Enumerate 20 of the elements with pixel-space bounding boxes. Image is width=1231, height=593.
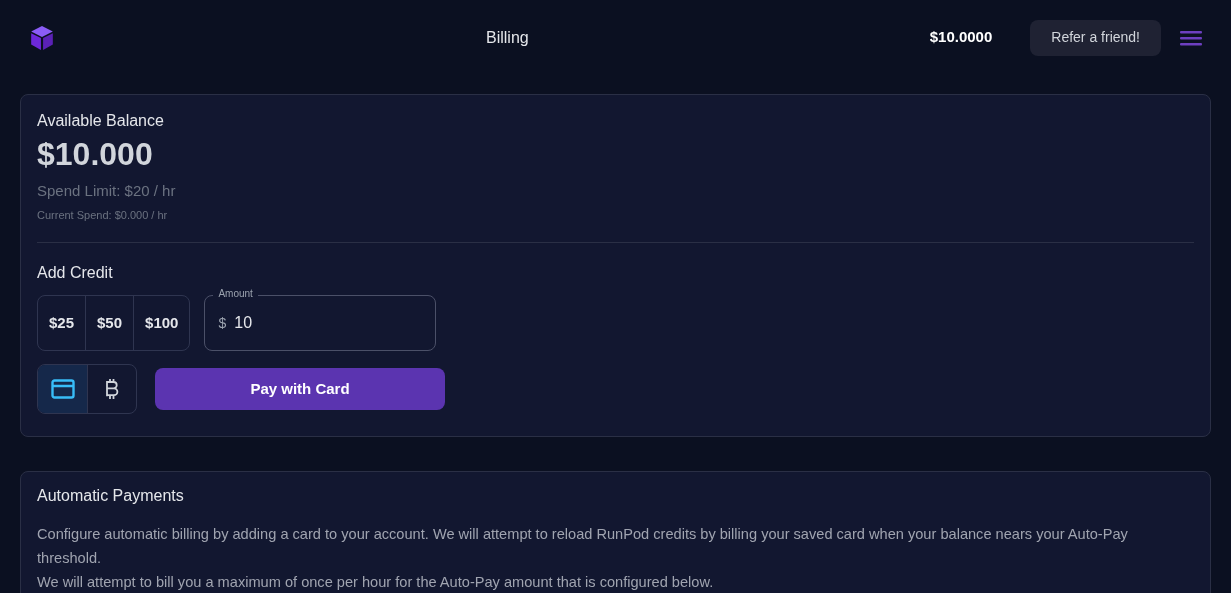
bitcoin-icon — [105, 378, 119, 400]
current-spend: Current Spend: $0.000 / hr — [37, 207, 169, 223]
pay-button[interactable]: Pay with Card — [155, 368, 445, 410]
cube-logo-icon[interactable] — [29, 24, 55, 51]
preset-amount-button[interactable]: $100 — [133, 296, 190, 350]
balance-amount: $10.000 — [37, 135, 154, 174]
description-text: We will attempt to bill you a maximum of once per hour for the Auto-Pay amount that is configured below. — [37, 573, 715, 592]
credit-card-icon — [50, 379, 75, 399]
payment-method-toggle[interactable] — [38, 365, 87, 413]
refer-button[interactable]: Refer a friend! — [1030, 19, 1161, 56]
section-title: Automatic Payments — [37, 486, 185, 506]
menu-icon[interactable] — [1180, 29, 1202, 46]
preset-amount-button[interactable]: $50 — [85, 296, 134, 350]
header-balance: $10.0000 — [929, 27, 993, 48]
description-text: Configure automatic billing by adding a card to your account. We will attempt to reload RunPod credits by billing your saved card when your balance nears your Auto-Pay threshold. — [37, 525, 1129, 568]
section-title: Available Balance — [37, 111, 165, 131]
spend-limit: Spend Limit: $20 / hr — [37, 181, 177, 201]
section-title: Add Credit — [37, 263, 114, 283]
page-title: Billing — [486, 27, 529, 48]
preset-amount-button[interactable]: $25 — [38, 296, 86, 350]
